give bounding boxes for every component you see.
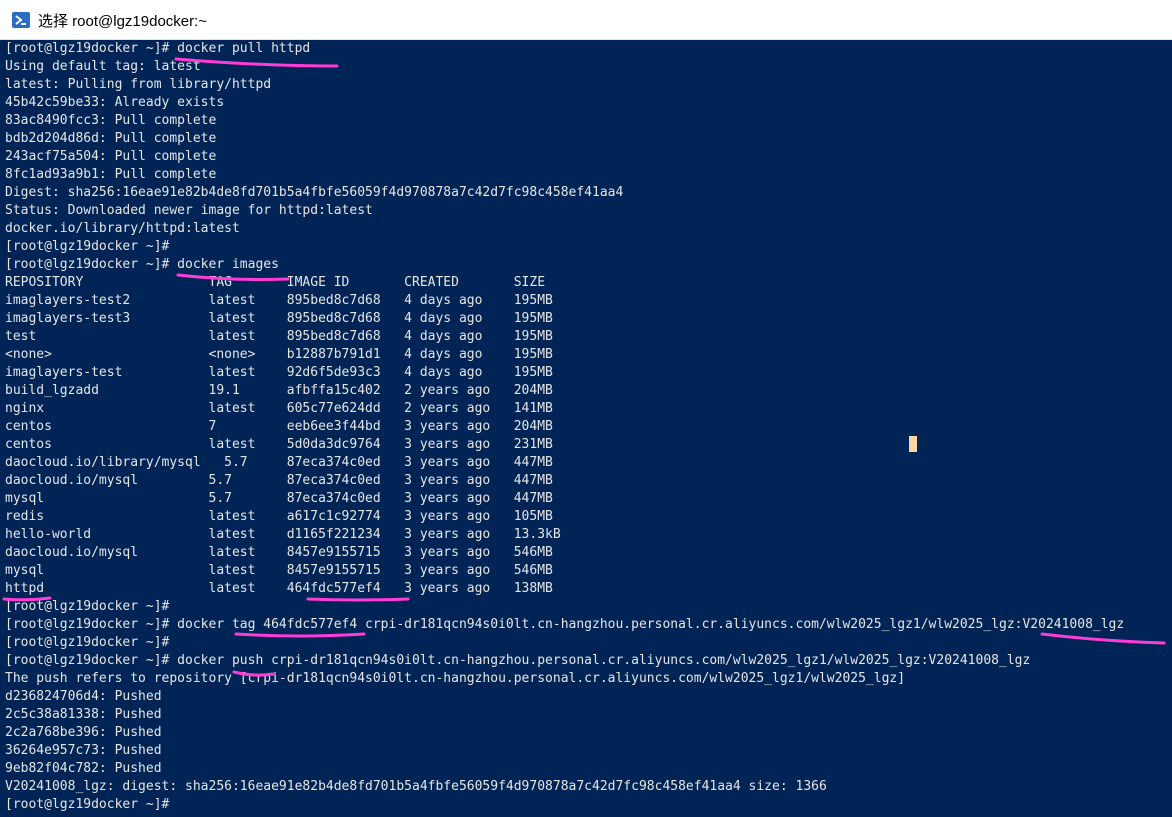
terminal-line: nginx latest 605c77e624dd 2 years ago 14… [5, 401, 553, 416]
terminal-line: REPOSITORY TAG IMAGE ID CREATED SIZE [5, 275, 546, 290]
terminal-line: imaglayers-test3 latest 895bed8c7d68 4 d… [5, 311, 553, 326]
terminal-line: httpd latest 464fdc577ef4 3 years ago 13… [5, 581, 553, 596]
terminal-line: 2c2a768be396: Pushed [5, 725, 162, 740]
terminal-line: [root@lgz19docker ~]# docker push crpi-d… [5, 653, 1031, 668]
terminal-line: Using default tag: latest [5, 59, 201, 74]
terminal-line: d236824706d4: Pushed [5, 689, 162, 704]
terminal-line: <none> <none> b12887b791d1 4 days ago 19… [5, 347, 553, 362]
terminal-line: 2c5c38a81338: Pushed [5, 707, 162, 722]
terminal-line: 83ac8490fcc3: Pull complete [5, 113, 217, 128]
powershell-icon [12, 12, 30, 28]
terminal-line: The push refers to repository [crpi-dr18… [5, 671, 906, 686]
terminal-line: Digest: sha256:16eae91e82b4de8fd701b5a4f… [5, 185, 624, 200]
terminal-line: imaglayers-test2 latest 895bed8c7d68 4 d… [5, 293, 553, 308]
terminal-line: mysql 5.7 87eca374c0ed 3 years ago 447MB [5, 491, 553, 506]
terminal-line: centos 7 eeb6ee3f44bd 3 years ago 204MB [5, 419, 553, 434]
terminal-line: docker.io/library/httpd:latest [5, 221, 240, 236]
terminal-line: 8fc1ad93a9b1: Pull complete [5, 167, 217, 182]
terminal-line: [root@lgz19docker ~]# [5, 797, 170, 812]
terminal-line: imaglayers-test latest 92d6f5de93c3 4 da… [5, 365, 553, 380]
terminal-line: 45b42c59be33: Already exists [5, 95, 225, 110]
terminal-line: redis latest a617c1c92774 3 years ago 10… [5, 509, 553, 524]
terminal-line: daocloud.io/mysql 5.7 87eca374c0ed 3 yea… [5, 473, 553, 488]
terminal-line: [root@lgz19docker ~]# [5, 239, 170, 254]
title-bar[interactable]: 选择 root@lgz19docker:~ [0, 0, 1172, 40]
terminal-line: daocloud.io/mysql latest 8457e9155715 3 … [5, 545, 553, 560]
terminal-line: 36264e957c73: Pushed [5, 743, 162, 758]
terminal-line: 243acf75a504: Pull complete [5, 149, 217, 164]
terminal-line: [root@lgz19docker ~]# [5, 635, 170, 650]
terminal-line: build_lgzadd 19.1 afbffa15c402 2 years a… [5, 383, 553, 398]
terminal-line: V20241008_lgz: digest: sha256:16eae91e82… [5, 779, 827, 794]
terminal-line: latest: Pulling from library/httpd [5, 77, 272, 92]
terminal-line: [root@lgz19docker ~]# docker pull httpd [5, 41, 311, 56]
window-title: 选择 root@lgz19docker:~ [38, 13, 208, 30]
terminal-line: [root@lgz19docker ~]# docker images [5, 257, 279, 272]
terminal-line: test latest 895bed8c7d68 4 days ago 195M… [5, 329, 553, 344]
terminal-cursor [909, 436, 917, 452]
terminal-line: mysql latest 8457e9155715 3 years ago 54… [5, 563, 553, 578]
terminal-line: daocloud.io/library/mysql 5.7 87eca374c0… [5, 455, 553, 470]
terminal-output[interactable]: [root@lgz19docker ~]# docker pull httpd U… [0, 40, 1172, 817]
terminal-line: centos latest 5d0da3dc9764 3 years ago 2… [5, 437, 553, 452]
terminal-line: [root@lgz19docker ~]# docker tag 464fdc5… [5, 617, 1125, 632]
terminal-line: hello-world latest d1165f221234 3 years … [5, 527, 561, 542]
terminal-line: [root@lgz19docker ~]# [5, 599, 170, 614]
terminal-line: Status: Downloaded newer image for httpd… [5, 203, 373, 218]
terminal-line: 9eb82f04c782: Pushed [5, 761, 162, 776]
terminal-line: bdb2d204d86d: Pull complete [5, 131, 217, 146]
